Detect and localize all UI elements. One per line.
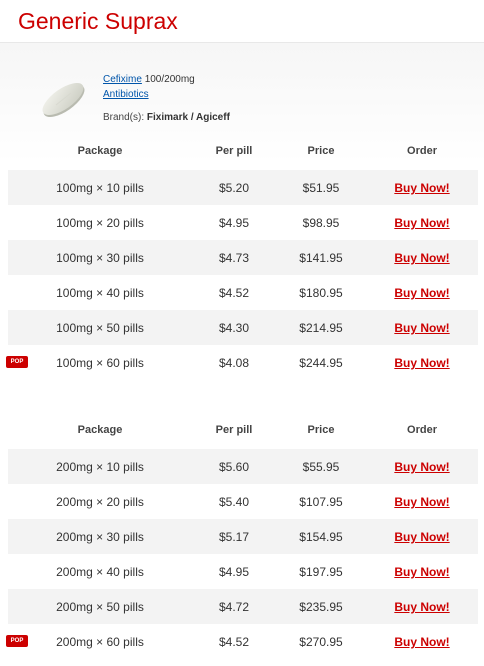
header-per-pill: Per pill bbox=[215, 145, 253, 157]
price-cell: $197.95 bbox=[299, 565, 343, 579]
buy-now-link[interactable]: Buy Now! bbox=[394, 251, 449, 265]
price-cell: $98.95 bbox=[302, 216, 340, 230]
per-pill-cell: $4.30 bbox=[218, 321, 250, 335]
pill-icon bbox=[42, 82, 85, 118]
table-row: 200mg × 50 pills $4.72 $235.95 Buy Now! bbox=[8, 589, 478, 624]
package-cell: 200mg × 40 pills bbox=[56, 565, 144, 579]
per-pill-cell: $5.60 bbox=[218, 460, 250, 474]
brands-line: Brand(s): Fiximark / Agiceff bbox=[103, 112, 230, 123]
page-title: Generic Suprax bbox=[18, 8, 178, 34]
product-panel: Cefixime 100/200mg Antibiotics Brand(s):… bbox=[0, 43, 484, 666]
per-pill-cell: $4.08 bbox=[218, 356, 250, 370]
header-order: Order bbox=[407, 145, 437, 157]
price-cell: $154.95 bbox=[299, 530, 343, 544]
package-cell: 200mg × 50 pills bbox=[56, 600, 144, 614]
table-row: 200mg × 40 pills $4.95 $197.95 Buy Now! bbox=[8, 554, 478, 589]
table-row: 100mg × 10 pills $5.20 $51.95 Buy Now! bbox=[8, 170, 478, 205]
package-cell: 200mg × 30 pills bbox=[56, 530, 144, 544]
product-dosage: 100/200mg bbox=[144, 74, 195, 85]
package-cell: 200mg × 20 pills bbox=[56, 495, 144, 509]
package-cell: 200mg × 10 pills bbox=[56, 460, 144, 474]
per-pill-cell: $4.95 bbox=[218, 216, 250, 230]
table-row: 100mg × 40 pills $4.52 $180.95 Buy Now! bbox=[8, 275, 478, 310]
table-row: 200mg × 10 pills $5.60 $55.95 Buy Now! bbox=[8, 449, 478, 484]
header-price: Price bbox=[307, 145, 335, 157]
package-cell: 100mg × 60 pills bbox=[56, 356, 144, 370]
header-per-pill: Per pill bbox=[215, 424, 253, 436]
package-cell: 100mg × 40 pills bbox=[56, 286, 144, 300]
table-row: 200mg × 30 pills $5.17 $154.95 Buy Now! bbox=[8, 519, 478, 554]
table-row: POP 200mg × 60 pills $4.52 $270.95 Buy Now! bbox=[6, 624, 478, 659]
brands-label: Brand(s): bbox=[103, 112, 145, 123]
per-pill-cell: $4.52 bbox=[218, 286, 250, 300]
buy-now-link[interactable]: Buy Now! bbox=[394, 495, 449, 509]
buy-now-link[interactable]: Buy Now! bbox=[394, 635, 449, 649]
table-row: 100mg × 30 pills $4.73 $141.95 Buy Now! bbox=[8, 240, 478, 275]
price-cell: $214.95 bbox=[299, 321, 343, 335]
per-pill-cell: $4.72 bbox=[218, 600, 250, 614]
table-row: 100mg × 20 pills $4.95 $98.95 Buy Now! bbox=[8, 205, 478, 240]
price-cell: $244.95 bbox=[299, 356, 343, 370]
per-pill-cell: $5.20 bbox=[218, 181, 250, 195]
table-row: 200mg × 20 pills $5.40 $107.95 Buy Now! bbox=[8, 484, 478, 519]
per-pill-cell: $5.40 bbox=[218, 495, 250, 509]
package-cell: 100mg × 10 pills bbox=[56, 181, 144, 195]
buy-now-link[interactable]: Buy Now! bbox=[394, 600, 449, 614]
package-cell: 100mg × 20 pills bbox=[56, 216, 144, 230]
table-header: Package Per pill Price Order bbox=[8, 413, 478, 449]
brands-value: Fiximark / Agiceff bbox=[146, 112, 230, 123]
header-package: Package bbox=[77, 424, 123, 436]
per-pill-cell: $5.17 bbox=[218, 530, 250, 544]
price-table-100mg: Package Per pill Price Order 100mg × 10 … bbox=[6, 134, 478, 380]
buy-now-link[interactable]: Buy Now! bbox=[394, 216, 449, 230]
product-info: Cefixime 100/200mg Antibiotics bbox=[103, 72, 195, 102]
package-cell: 100mg × 50 pills bbox=[56, 321, 144, 335]
header-price: Price bbox=[307, 424, 335, 436]
price-cell: $141.95 bbox=[299, 251, 343, 265]
price-cell: $107.95 bbox=[299, 495, 343, 509]
buy-now-link[interactable]: Buy Now! bbox=[394, 565, 449, 579]
popular-badge: POP bbox=[6, 356, 28, 368]
header-package: Package bbox=[77, 145, 123, 157]
price-cell: $55.95 bbox=[302, 460, 340, 474]
buy-now-link[interactable]: Buy Now! bbox=[394, 530, 449, 544]
per-pill-cell: $4.52 bbox=[218, 635, 250, 649]
package-cell: 100mg × 30 pills bbox=[56, 251, 144, 265]
buy-now-link[interactable]: Buy Now! bbox=[394, 460, 449, 474]
product-name-link[interactable]: Cefixime bbox=[103, 74, 142, 85]
price-cell: $180.95 bbox=[299, 286, 343, 300]
per-pill-cell: $4.95 bbox=[218, 565, 250, 579]
table-header: Package Per pill Price Order bbox=[8, 134, 478, 170]
price-table-200mg: Package Per pill Price Order 200mg × 10 … bbox=[6, 413, 478, 659]
category-link[interactable]: Antibiotics bbox=[103, 89, 149, 100]
buy-now-link[interactable]: Buy Now! bbox=[394, 321, 449, 335]
popular-badge: POP bbox=[6, 635, 28, 647]
price-cell: $51.95 bbox=[302, 181, 340, 195]
buy-now-link[interactable]: Buy Now! bbox=[394, 356, 449, 370]
product-summary: Cefixime 100/200mg Antibiotics Brand(s):… bbox=[0, 43, 484, 139]
header-order: Order bbox=[407, 424, 437, 436]
price-cell: $235.95 bbox=[299, 600, 343, 614]
table-row: POP 100mg × 60 pills $4.08 $244.95 Buy Now! bbox=[6, 345, 478, 380]
table-row: 100mg × 50 pills $4.30 $214.95 Buy Now! bbox=[8, 310, 478, 345]
per-pill-cell: $4.73 bbox=[218, 251, 250, 265]
buy-now-link[interactable]: Buy Now! bbox=[394, 181, 449, 195]
price-cell: $270.95 bbox=[299, 635, 343, 649]
buy-now-link[interactable]: Buy Now! bbox=[394, 286, 449, 300]
package-cell: 200mg × 60 pills bbox=[56, 635, 144, 649]
